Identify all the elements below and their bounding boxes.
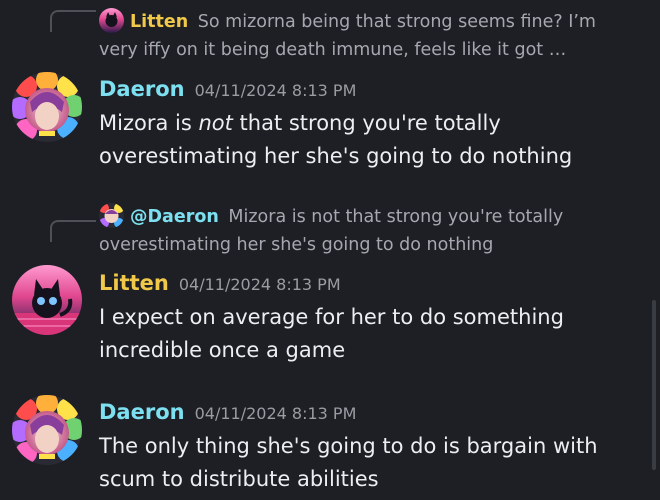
timestamp: 04/11/2024 8:13 PM — [178, 275, 341, 294]
reply-connector — [50, 220, 96, 242]
message-text: Mizora is not that strong you're totally… — [99, 107, 619, 173]
reply-preview[interactable]: @Daeron Mizora is not that strong you're… — [99, 203, 619, 259]
author-name[interactable]: Daeron — [99, 77, 185, 101]
reply-text-line-1: So mizorna being that strong seems fine?… — [197, 12, 596, 32]
reply-text-line-1: Mizora is not that strong you're totally — [228, 207, 564, 227]
daeron-avatar[interactable] — [12, 395, 82, 465]
litten-mini-avatar — [99, 8, 124, 33]
reply-preview[interactable]: Litten So mizorna being that strong seem… — [99, 8, 619, 64]
daeron-mini-avatar — [99, 203, 124, 228]
reply-text-line-2: very iffy on it being death immune, feel… — [99, 40, 567, 60]
message-header: Daeron 04/11/2024 8:13 PM — [99, 77, 356, 101]
message-text: The only thing she's going to do is barg… — [99, 434, 598, 491]
scrollbar[interactable] — [652, 300, 656, 470]
message-header: Daeron 04/11/2024 8:13 PM — [99, 400, 356, 424]
timestamp: 04/11/2024 8:13 PM — [194, 404, 357, 423]
reply-author[interactable]: Litten — [130, 12, 188, 32]
message-text-part: Mizora is — [99, 111, 199, 135]
reply-connector — [50, 10, 96, 32]
reply-author[interactable]: @Daeron — [130, 207, 219, 227]
reply-text-line-2: overestimating her she's going to do not… — [99, 235, 494, 255]
author-name[interactable]: Daeron — [99, 400, 185, 424]
message-emphasis: not — [198, 111, 233, 135]
timestamp: 04/11/2024 8:13 PM — [194, 81, 357, 100]
litten-avatar[interactable] — [12, 265, 82, 335]
daeron-avatar[interactable] — [12, 72, 82, 142]
message-text: I expect on average for her to do someth… — [99, 305, 564, 362]
message-header: Litten 04/11/2024 8:13 PM — [99, 271, 341, 295]
author-name[interactable]: Litten — [99, 271, 169, 295]
